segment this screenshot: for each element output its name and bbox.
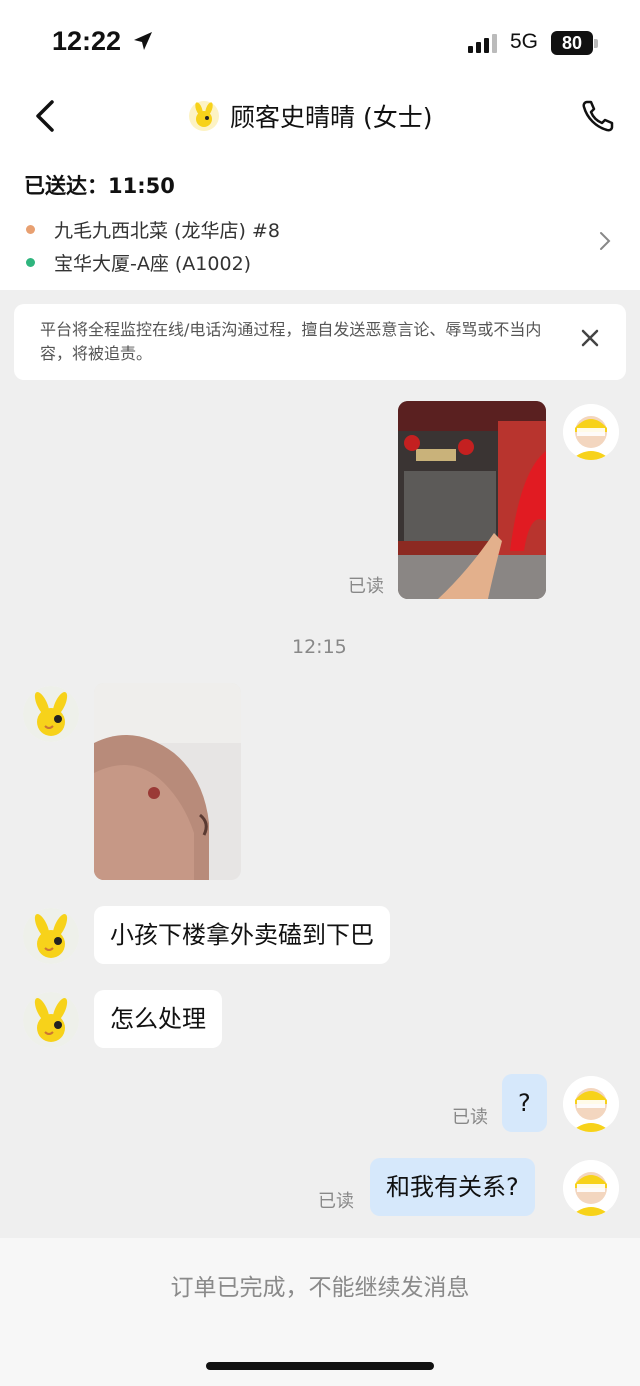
time-separator: 12:15 (292, 636, 347, 658)
rider-avatar[interactable] (563, 404, 619, 460)
customer-photo-message[interactable] (94, 683, 241, 880)
status-time: 12:22 (52, 26, 122, 56)
rider-message-bubble[interactable]: ? (502, 1074, 547, 1132)
delivered-time: 已送达：11:50 (24, 174, 175, 198)
storefront-photo (398, 401, 546, 599)
rider-message-bubble[interactable]: 和我有关系? (370, 1158, 535, 1216)
read-receipt: 已读 (348, 576, 384, 597)
location-arrow-icon (134, 32, 152, 50)
customer-avatar[interactable] (23, 992, 79, 1048)
page-title: 顾客史晴晴 (女士) (230, 103, 433, 132)
rider-avatar-icon (563, 404, 619, 460)
back-arrow-icon[interactable] (30, 96, 66, 136)
chat-header: 顾客史晴晴 (女士) (0, 86, 640, 148)
delivery-address: 宝华大厦-A座 (A1002) (54, 253, 252, 275)
close-icon[interactable] (578, 326, 602, 350)
network-type: 5G (510, 30, 539, 53)
shop-name: 九毛九西北菜 (龙华店) #8 (54, 220, 280, 242)
customer-avatar[interactable] (23, 908, 79, 964)
phone-icon[interactable] (578, 96, 618, 136)
monitoring-notice: 平台将全程监控在线/电话沟通过程，擅自发送恶意言论、辱骂或不当内容，将被追责。 (14, 304, 626, 380)
battery-tip (594, 39, 598, 48)
header-title-group: 顾客史晴晴 (女士) (188, 96, 432, 136)
shop-dot (26, 225, 35, 234)
customer-message-bubble[interactable]: 怎么处理 (94, 990, 222, 1048)
order-info-panel[interactable]: 已送达：11:50 九毛九西北菜 (龙华店) #8 宝华大厦-A座 (A1002… (0, 148, 640, 290)
chevron-right-icon[interactable] (596, 230, 614, 252)
customer-message-bubble[interactable]: 小孩下楼拿外卖磕到下巴 (94, 906, 390, 964)
order-completed-notice: 订单已完成，不能继续发消息 (170, 1275, 470, 1301)
customer-avatar[interactable] (23, 686, 79, 742)
status-bar: 12:22 5G 80 (0, 0, 640, 86)
rider-avatar-icon (563, 1076, 619, 1132)
battery-icon: 80 (551, 31, 593, 55)
signal-icon (468, 34, 497, 53)
customer-mascot-icon (23, 992, 79, 1048)
customer-mascot-icon (23, 686, 79, 742)
child-chin-photo (94, 683, 241, 880)
rider-avatar-icon (563, 1160, 619, 1216)
read-receipt: 已读 (318, 1191, 354, 1212)
customer-mascot-icon (23, 908, 79, 964)
rider-avatar[interactable] (563, 1160, 619, 1216)
read-receipt: 已读 (452, 1107, 488, 1128)
rider-avatar[interactable] (563, 1076, 619, 1132)
address-dot (26, 258, 35, 267)
notice-text: 平台将全程监控在线/电话沟通过程，擅自发送恶意言论、辱骂或不当内容，将被追责。 (40, 320, 542, 363)
chat-footer: 订单已完成，不能继续发消息 (0, 1238, 640, 1386)
rider-photo-message[interactable] (398, 401, 546, 599)
customer-mascot-icon (189, 101, 219, 131)
home-indicator[interactable] (206, 1362, 434, 1370)
